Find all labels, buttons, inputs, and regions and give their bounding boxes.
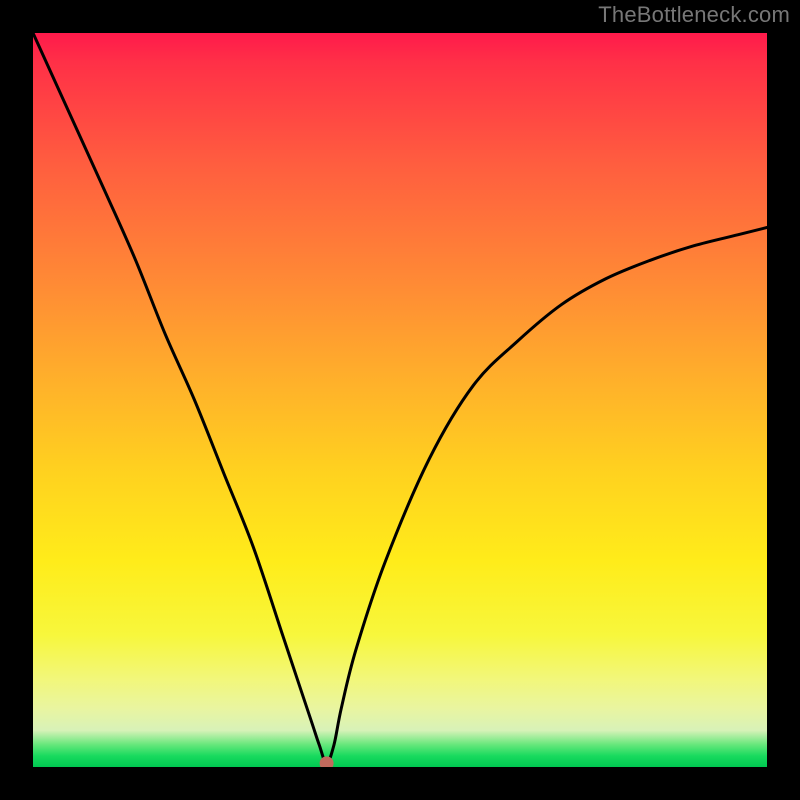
bottleneck-curve-path [33,33,767,763]
chart-frame: TheBottleneck.com [0,0,800,800]
plot-area [33,33,767,767]
bottleneck-min-marker [320,756,334,767]
watermark-text: TheBottleneck.com [598,2,790,28]
curve-svg [33,33,767,767]
